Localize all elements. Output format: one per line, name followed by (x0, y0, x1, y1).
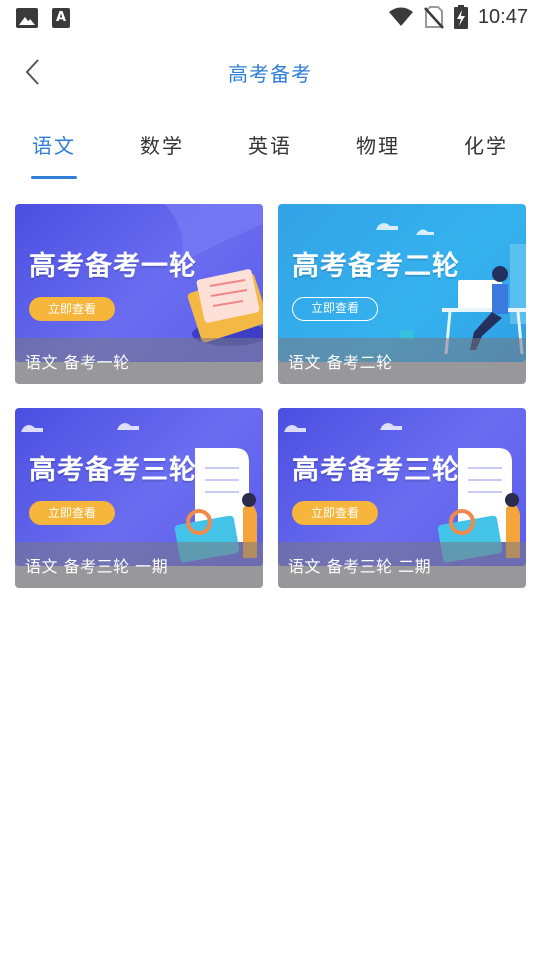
card-caption: 语文 备考三轮 一期 (25, 557, 169, 576)
app-header: 高考备考 (0, 36, 540, 108)
image-icon (16, 8, 38, 28)
tab-math[interactable]: 数学 (122, 130, 202, 159)
status-bar: A 10:47 (0, 0, 540, 36)
view-now-button[interactable]: 立即查看 (29, 501, 115, 525)
banner-title: 高考备考三轮 (292, 455, 460, 486)
card-caption: 语文 备考二轮 (288, 353, 393, 372)
battery-charging-icon (453, 5, 468, 29)
tab-english[interactable]: 英语 (230, 130, 310, 159)
course-card-round2[interactable]: 高考备考二轮 立即查看 语文 备考二轮 (278, 204, 526, 384)
status-time: 10:47 (477, 5, 528, 28)
subject-tabs: 语文 数学 英语 物理 化学 (0, 118, 540, 182)
card-caption: 语文 备考一轮 (25, 353, 130, 372)
page-title: 高考备考 (228, 62, 312, 86)
course-card-round1[interactable]: 高考备考一轮 立即查看 语文 备考一轮 (15, 204, 263, 384)
tab-chinese[interactable]: 语文 (14, 130, 94, 159)
active-tab-indicator (31, 176, 77, 179)
font-icon: A (52, 8, 70, 28)
tab-chemistry[interactable]: 化学 (446, 130, 526, 159)
course-card-round3-phase1[interactable]: 高考备考三轮 立即查看 语文 备考三轮 一期 (15, 408, 263, 588)
view-now-button[interactable]: 立即查看 (292, 297, 378, 321)
wifi-icon (388, 7, 413, 26)
banner-title: 高考备考三轮 (29, 455, 197, 486)
tab-physics[interactable]: 物理 (338, 130, 418, 159)
card-caption: 语文 备考三轮 二期 (288, 557, 432, 576)
view-now-button[interactable]: 立即查看 (292, 501, 378, 525)
banner-title: 高考备考一轮 (29, 251, 197, 282)
view-now-button[interactable]: 立即查看 (29, 297, 115, 321)
course-card-round3-phase2[interactable]: 高考备考三轮 立即查看 语文 备考三轮 二期 (278, 408, 526, 588)
banner-title: 高考备考二轮 (292, 251, 460, 282)
no-sim-icon (424, 6, 444, 29)
